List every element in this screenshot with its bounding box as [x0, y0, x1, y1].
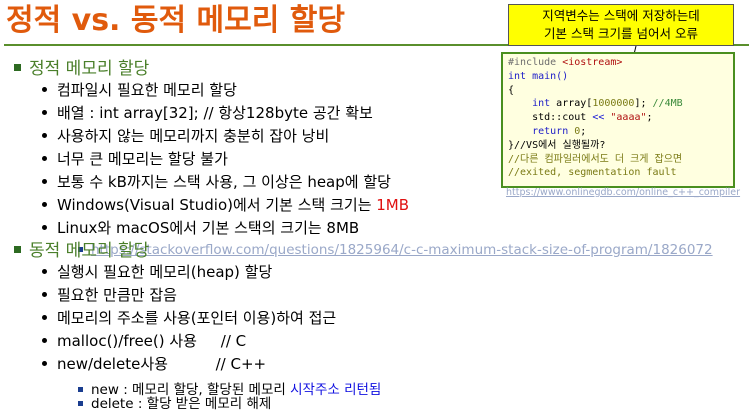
list-item: malloc()/free() 사용 // C [42, 330, 246, 351]
list-item: Linux와 macOS에서 기본 스택의 크기는 8MB [42, 217, 359, 238]
sub-list-item: delete : 할당 받은 메모리 해제 [78, 392, 271, 412]
sub-list-item-text: delete : 할당 받은 메모리 해제 [91, 396, 272, 412]
sub-list-item: https://stackoverflow.com/questions/1825… [78, 242, 713, 258]
list-item-text: 배열 : int array[32]; // 항상128byte 공간 확보 [57, 104, 373, 122]
code-line-7: }//VS에서 실행될까? [508, 139, 606, 151]
list-item-text: 실행시 필요한 메모리(heap) 할당 [57, 263, 273, 281]
code-line-4-end: ]; [634, 98, 653, 110]
list-item-text: 보통 수 kB까지는 스택 사용, 그 이상은 heap에 할당 [57, 173, 391, 191]
sub-bullet-square-icon [78, 401, 83, 406]
bullet-dot-icon [42, 179, 47, 184]
list-item-text: Linux와 macOS에서 기본 스택의 크기는 8MB [57, 219, 360, 237]
list-item: Windows(Visual Studio)에서 기본 스택 크기는 1MB [42, 194, 409, 215]
return-address-highlight: 시작주소 리턴됨 [290, 382, 382, 398]
bullet-dot-icon [42, 338, 47, 343]
code-line-2: int main() [508, 70, 569, 82]
list-item: 사용하지 않는 메모리까지 충분히 잡아 낭비 [42, 125, 329, 146]
code-sample: #include <iostream> int main() { int arr… [501, 52, 735, 188]
section-square-icon [14, 64, 21, 71]
bullet-dot-icon [42, 315, 47, 320]
section-square-icon [14, 246, 21, 253]
list-item-text: 메모리의 주소를 사용(포인터 이용)하여 접근 [57, 309, 337, 327]
code-line-6-end: ; [580, 125, 587, 137]
list-item: 보통 수 kB까지는 스택 사용, 그 이상은 heap에 할당 [42, 171, 391, 192]
list-item: new/delete사용 // C++ [42, 353, 266, 374]
list-item: 컴파일시 필요한 메모리 할당 [42, 79, 237, 100]
slide-title: 정적 vs. 동적 메모리 할당 [6, 3, 345, 38]
list-item-text: 컴파일시 필요한 메모리 할당 [57, 81, 237, 99]
code-line-6-kw: return [532, 125, 569, 137]
list-item: 배열 : int array[32]; // 항상128byte 공간 확보 [42, 102, 373, 123]
section-static-heading: 정적 메모리 할당 [29, 59, 150, 79]
code-line-1-directive: #include [508, 57, 563, 68]
source-link[interactable]: https://www.onlinegdb.com/online_c++_com… [506, 187, 740, 198]
code-line-9: //exited, segmentation fault [508, 167, 677, 179]
code-line-8: //다른 컴파일러에서도 더 크게 잡으면 [508, 153, 683, 165]
list-item-text: new/delete사용 // C++ [57, 355, 267, 373]
code-line-3: { [508, 84, 515, 96]
callout-box: 지역변수는 스택에 저장하는데 기본 스택 크기를 넘어서 오류 [508, 4, 734, 46]
list-item-text: malloc()/free() 사용 // C [57, 332, 247, 350]
list-item: 메모리의 주소를 사용(포인터 이용)하여 접근 [42, 307, 336, 328]
list-item: 필요한 만큼만 잡음 [42, 284, 177, 305]
bullet-dot-icon [42, 292, 47, 297]
code-line-5-end: ; [646, 112, 653, 124]
list-item: 실행시 필요한 메모리(heap) 할당 [42, 261, 272, 282]
bullet-dot-icon [42, 202, 47, 207]
list-item: 너무 큰 메모리는 할당 불가 [42, 148, 228, 169]
code-line-1-header: <iostream> [562, 57, 623, 68]
code-line-5-a: std::cout [532, 112, 593, 124]
stackoverflow-link[interactable]: https://stackoverflow.com/questions/1825… [91, 242, 713, 258]
section-dynamic-heading: 동적 메모리 할당 [29, 241, 150, 261]
code-line-4-comment: //4MB [652, 98, 683, 110]
callout-line-2: 기본 스택 크기를 넘어서 오류 [544, 26, 698, 41]
section-static: 정적 메모리 할당 [14, 54, 149, 79]
code-line-4-num: 1000000 [592, 98, 635, 110]
section-dynamic: 동적 메모리 할당 [14, 236, 149, 261]
list-item-text: 사용하지 않는 메모리까지 충분히 잡아 낭비 [57, 127, 330, 145]
list-item-text: Windows(Visual Studio)에서 기본 스택 크기는 [57, 196, 377, 214]
code-line-4-decl: int [532, 98, 551, 110]
bullet-dot-icon [42, 87, 47, 92]
bullet-dot-icon [42, 225, 47, 230]
bullet-dot-icon [42, 269, 47, 274]
callout-line-1: 지역변수는 스택에 저장하는데 [542, 8, 700, 23]
list-item-text: 너무 큰 메모리는 할당 불가 [57, 150, 228, 168]
code-line-5-op: << [592, 112, 605, 124]
code-line-5-str: "aaaa" [610, 112, 647, 124]
bullet-dot-icon [42, 133, 47, 138]
list-item-text: 필요한 만큼만 잡음 [57, 286, 177, 304]
bullet-dot-icon [42, 361, 47, 366]
code-line-4-rest: array[ [550, 98, 593, 110]
windows-stack-size: 1MB [376, 196, 410, 214]
bullet-dot-icon [42, 110, 47, 115]
bullet-dot-icon [42, 156, 47, 161]
